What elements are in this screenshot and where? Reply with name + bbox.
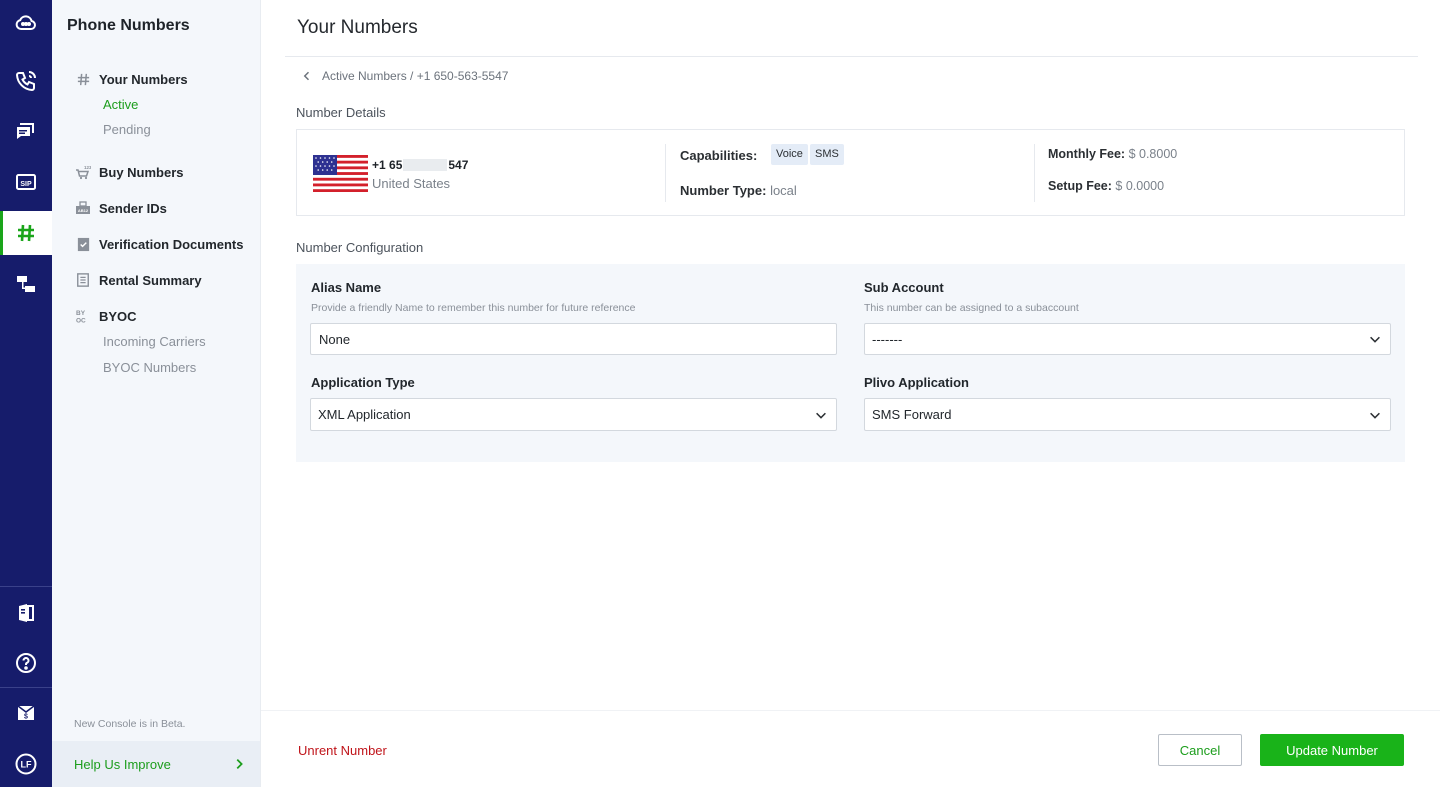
sidebar-item-rental-summary[interactable]: Rental Summary <box>75 272 202 288</box>
sidebar-subitem-incoming-carriers[interactable]: Incoming Carriers <box>103 334 206 349</box>
svg-text:123: 123 <box>84 165 91 170</box>
main-content: Your Numbers Active Numbers / +1 650-563… <box>261 0 1440 787</box>
sip-icon[interactable]: SIP <box>0 160 52 204</box>
sidebar-subitem-pending[interactable]: Pending <box>103 122 151 137</box>
plivo-application-label: Plivo Application <box>864 375 969 390</box>
sidebar-title: Phone Numbers <box>67 17 190 34</box>
svg-text:$: $ <box>24 714 28 721</box>
chevron-down-icon <box>1370 336 1380 343</box>
number-configuration-form: Alias Name Provide a friendly Name to re… <box>296 264 1405 462</box>
setup-fee: Setup Fee: $ 0.0000 <box>1048 179 1164 193</box>
sidebar-item-label: BYOC <box>99 308 137 324</box>
details-divider <box>1034 144 1035 202</box>
monthly-fee-label: Monthly Fee: <box>1048 147 1126 161</box>
rail-divider <box>0 687 52 688</box>
sidebar-subitem-byoc-numbers[interactable]: BYOC Numbers <box>103 360 196 375</box>
chevron-right-icon <box>236 759 243 769</box>
cancel-button[interactable]: Cancel <box>1158 734 1242 766</box>
chevron-down-icon <box>1370 412 1380 419</box>
hash-icon[interactable] <box>0 211 52 255</box>
alias-name-input[interactable]: None <box>310 323 837 355</box>
sidebar-item-verification-documents[interactable]: Verification Documents <box>75 236 243 252</box>
number-details-heading: Number Details <box>296 105 386 120</box>
sidebar-subitem-active[interactable]: Active <box>103 97 138 112</box>
number-details-card: +1 65 547 United States Capabilities: Vo… <box>296 129 1405 216</box>
breadcrumb-text[interactable]: Active Numbers / +1 650-563-5547 <box>322 69 508 83</box>
monthly-fee-value: $ 0.8000 <box>1128 147 1178 161</box>
phone-numbers-sidebar: Phone Numbers Your Numbers Active Pendin… <box>52 0 261 787</box>
hash-icon <box>75 71 91 87</box>
sidebar-item-label: Your Numbers <box>99 71 188 87</box>
footer-divider <box>261 710 1440 711</box>
phone-number-suffix: 547 <box>448 158 469 172</box>
billing-icon[interactable]: $ <box>0 691 52 735</box>
id-badge-icon: AB12 <box>75 200 91 216</box>
setup-fee-value: $ 0.0000 <box>1115 179 1165 193</box>
capabilities-label: Capabilities: <box>680 148 758 163</box>
sidebar-item-label: Verification Documents <box>99 236 244 252</box>
plivo-application-value: SMS Forward <box>872 407 952 422</box>
svg-text:OC: OC <box>76 318 86 325</box>
chevron-down-icon <box>816 412 826 419</box>
alias-name-help: Provide a friendly Name to remember this… <box>311 302 636 314</box>
plivo-application-select[interactable]: SMS Forward <box>864 398 1391 431</box>
svg-text:AB12: AB12 <box>78 208 89 213</box>
cloud-icon[interactable] <box>0 1 52 45</box>
help-us-improve-label: Help Us Improve <box>74 756 171 772</box>
sub-account-select[interactable]: ------- <box>864 323 1391 355</box>
application-type-value: XML Application <box>318 407 411 422</box>
icon-rail: SIP $ LF <box>0 0 52 787</box>
svg-text:BY: BY <box>76 310 86 317</box>
setup-fee-label: Setup Fee: <box>1048 179 1112 193</box>
sidebar-item-sender-ids[interactable]: AB12 Sender IDs <box>75 200 167 216</box>
number-type-label: Number Type: <box>680 183 767 198</box>
flow-icon[interactable] <box>0 262 52 306</box>
number-type: Number Type: local <box>680 183 797 198</box>
rail-divider <box>0 586 52 587</box>
breadcrumb[interactable]: Active Numbers / +1 650-563-5547 <box>301 69 508 83</box>
sub-account-value: ------- <box>872 331 903 347</box>
alias-name-label: Alias Name <box>311 280 382 295</box>
alias-name-value: None <box>319 331 351 347</box>
number-configuration-heading: Number Configuration <box>296 240 424 255</box>
sidebar-item-buy-numbers[interactable]: 123 Buy Numbers <box>75 164 184 180</box>
update-number-button[interactable]: Update Number <box>1260 734 1404 766</box>
number-type-value: local <box>770 183 797 198</box>
document-check-icon <box>75 236 91 252</box>
cart-icon: 123 <box>75 164 91 180</box>
docs-icon[interactable] <box>0 591 52 635</box>
capability-tag-voice: Voice <box>771 144 808 165</box>
svg-text:LF: LF <box>21 760 32 770</box>
phone-number: +1 65 547 <box>372 158 468 172</box>
monthly-fee: Monthly Fee: $ 0.8000 <box>1048 147 1177 161</box>
page-title: Your Numbers <box>297 17 418 38</box>
country-name: United States <box>372 176 451 191</box>
sidebar-item-label: Rental Summary <box>99 272 202 288</box>
phone-call-icon[interactable] <box>0 59 52 103</box>
account-avatar-icon[interactable]: LF <box>0 742 52 786</box>
sub-account-label: Sub Account <box>864 280 944 295</box>
help-icon[interactable] <box>0 641 52 685</box>
chevron-left-icon[interactable] <box>301 70 313 82</box>
capability-tag-sms: SMS <box>810 144 844 165</box>
details-divider <box>665 144 666 202</box>
help-us-improve-link[interactable]: Help Us Improve <box>52 741 260 787</box>
svg-text:SIP: SIP <box>20 181 32 188</box>
messages-icon[interactable] <box>0 109 52 153</box>
sidebar-item-your-numbers[interactable]: Your Numbers <box>75 71 188 87</box>
sidebar-item-label: Buy Numbers <box>99 164 184 180</box>
masked-digits <box>403 159 448 171</box>
beta-note: New Console is in Beta. <box>74 718 186 730</box>
phone-number-prefix: +1 65 <box>372 158 403 172</box>
application-type-label: Application Type <box>311 375 415 390</box>
application-type-select[interactable]: XML Application <box>310 398 837 431</box>
byoc-icon: BY OC <box>75 308 91 324</box>
list-icon <box>75 272 91 288</box>
us-flag-icon <box>313 155 368 192</box>
sidebar-item-byoc[interactable]: BY OC BYOC <box>75 308 137 325</box>
sidebar-item-label: Sender IDs <box>99 200 167 216</box>
unrent-number-link[interactable]: Unrent Number <box>298 743 387 758</box>
title-divider <box>285 56 1418 57</box>
sub-account-help: This number can be assigned to a subacco… <box>864 302 1079 314</box>
